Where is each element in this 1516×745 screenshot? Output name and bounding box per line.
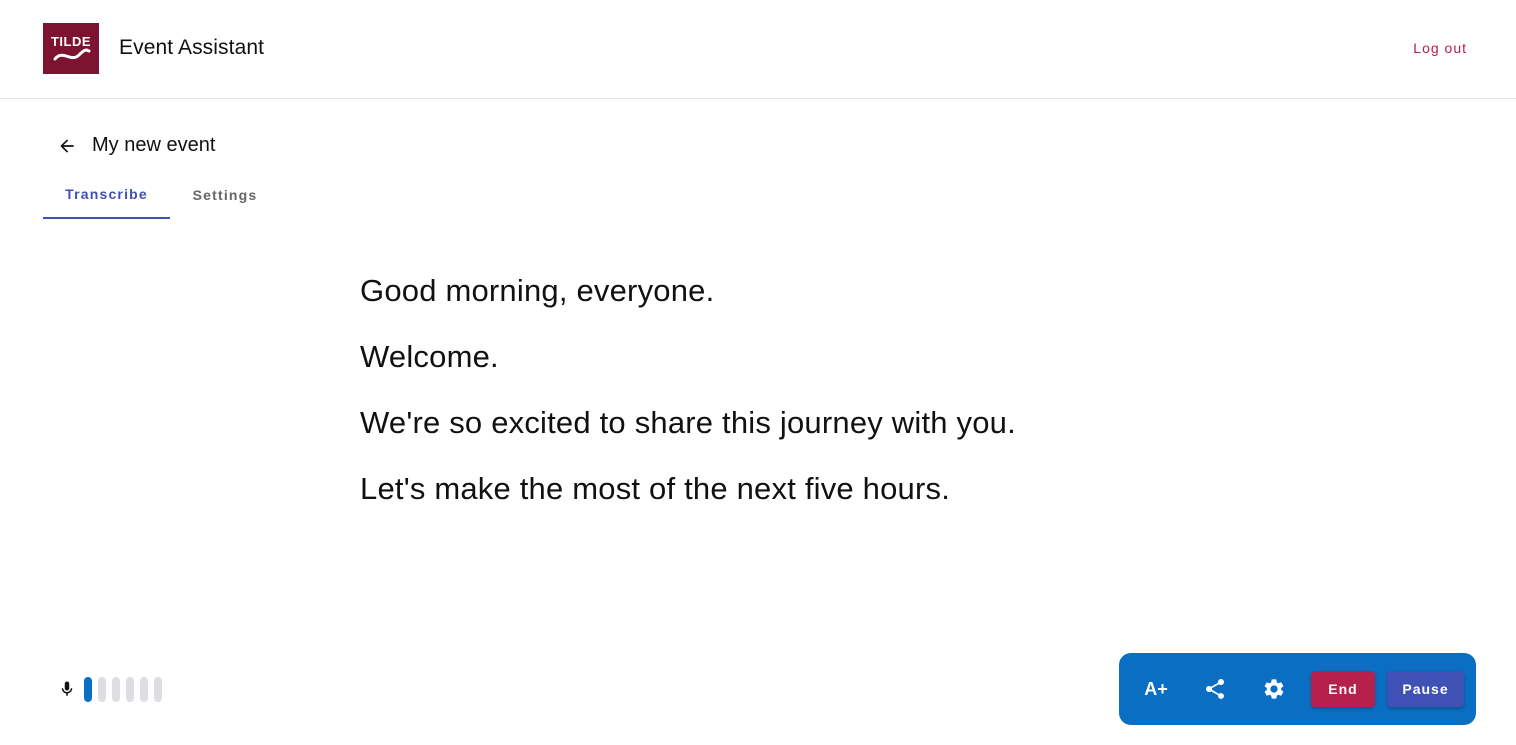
share-button[interactable]	[1195, 669, 1235, 709]
logout-button[interactable]: Log out	[1413, 40, 1467, 56]
app-title: Event Assistant	[119, 36, 265, 59]
level-segment	[154, 676, 162, 702]
share-icon	[1206, 679, 1224, 699]
level-segment	[84, 676, 92, 702]
settings-button[interactable]	[1254, 669, 1294, 709]
transcript-line: Let's make the most of the next five hou…	[360, 471, 951, 506]
gear-icon	[1264, 679, 1284, 699]
logo-text: TILDE	[51, 34, 91, 49]
microphone-icon	[58, 676, 76, 702]
control-panel: A+ End Pause	[1119, 653, 1476, 725]
tilde-logo-icon: TILDE	[51, 34, 91, 60]
app-header: TILDE Event Assistant Log out	[0, 0, 1516, 99]
tab-settings[interactable]: Settings	[170, 170, 280, 219]
font-size-button[interactable]: A+	[1136, 669, 1176, 709]
tilde-logo[interactable]: TILDE	[43, 23, 99, 74]
level-segment	[126, 676, 134, 702]
back-button[interactable]	[56, 135, 78, 157]
event-title: My new event	[92, 134, 216, 156]
tab-transcribe[interactable]: Transcribe	[43, 170, 170, 219]
level-bars	[84, 676, 162, 702]
tab-bar: Transcribe Settings	[43, 170, 280, 219]
level-segment	[98, 676, 106, 702]
font-increase-icon: A+	[1144, 678, 1168, 699]
event-header: My new event	[56, 134, 215, 157]
transcript-line: Welcome.	[360, 339, 499, 374]
transcript-area: Good morning, everyone. Welcome. We're s…	[360, 270, 1016, 534]
level-segment	[112, 676, 120, 702]
transcript-line: Good morning, everyone.	[360, 273, 715, 308]
mic-level-indicator	[58, 676, 162, 702]
end-button[interactable]: End	[1311, 671, 1375, 707]
arrow-left-icon	[60, 138, 74, 153]
level-segment	[140, 676, 148, 702]
pause-button[interactable]: Pause	[1387, 671, 1464, 707]
transcript-line: We're so excited to share this journey w…	[360, 405, 1016, 440]
